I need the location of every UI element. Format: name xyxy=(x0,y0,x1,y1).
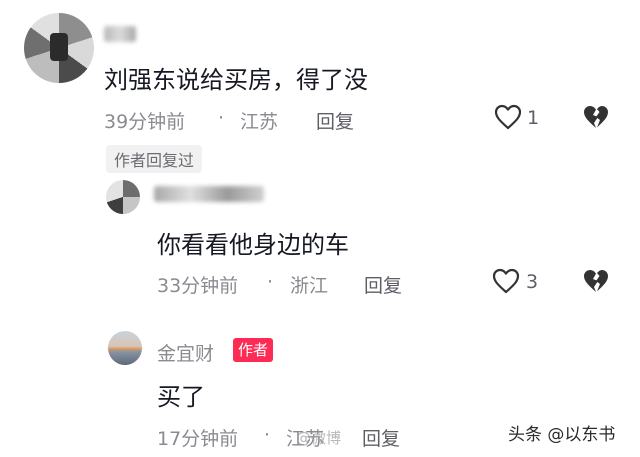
comment-text: 买了 xyxy=(157,383,205,411)
comment-text: 刘强东说给买房，得了没 xyxy=(104,66,368,94)
weibo-watermark: @微博 xyxy=(296,429,342,447)
like-heart-icon[interactable] xyxy=(494,104,522,130)
like-count: 1 xyxy=(527,107,540,129)
comment-location: 浙江 xyxy=(290,275,329,297)
dot-separator: · xyxy=(267,271,274,293)
dislike-broken-heart-icon[interactable] xyxy=(582,104,610,130)
author-badge: 作者 xyxy=(233,338,274,362)
comment-time: 17分钟前 xyxy=(157,428,239,450)
username-blurred[interactable] xyxy=(104,26,136,42)
like-count: 3 xyxy=(526,271,539,293)
reply-button[interactable]: 回复 xyxy=(362,424,400,451)
author-name[interactable]: 金宜财 xyxy=(157,339,214,366)
author-replied-tag: 作者回复过 xyxy=(106,145,203,173)
comment-text: 你看看他身边的车 xyxy=(157,231,349,259)
reply-button[interactable]: 回复 xyxy=(364,271,402,298)
comment-location: 江苏 xyxy=(240,111,279,133)
dot-separator: · xyxy=(264,424,271,446)
comment-time: 33分钟前 xyxy=(157,275,239,297)
avatar[interactable] xyxy=(24,13,94,83)
like-heart-icon[interactable] xyxy=(492,268,520,294)
reply-button[interactable]: 回复 xyxy=(316,107,354,134)
toutiao-watermark: 头条 @以东书 xyxy=(508,425,616,445)
comment-time: 39分钟前 xyxy=(104,111,186,133)
avatar[interactable] xyxy=(106,180,140,214)
dot-separator: · xyxy=(218,107,225,129)
username-blurred[interactable] xyxy=(154,186,264,202)
avatar[interactable] xyxy=(108,331,142,365)
dislike-broken-heart-icon[interactable] xyxy=(582,268,610,294)
